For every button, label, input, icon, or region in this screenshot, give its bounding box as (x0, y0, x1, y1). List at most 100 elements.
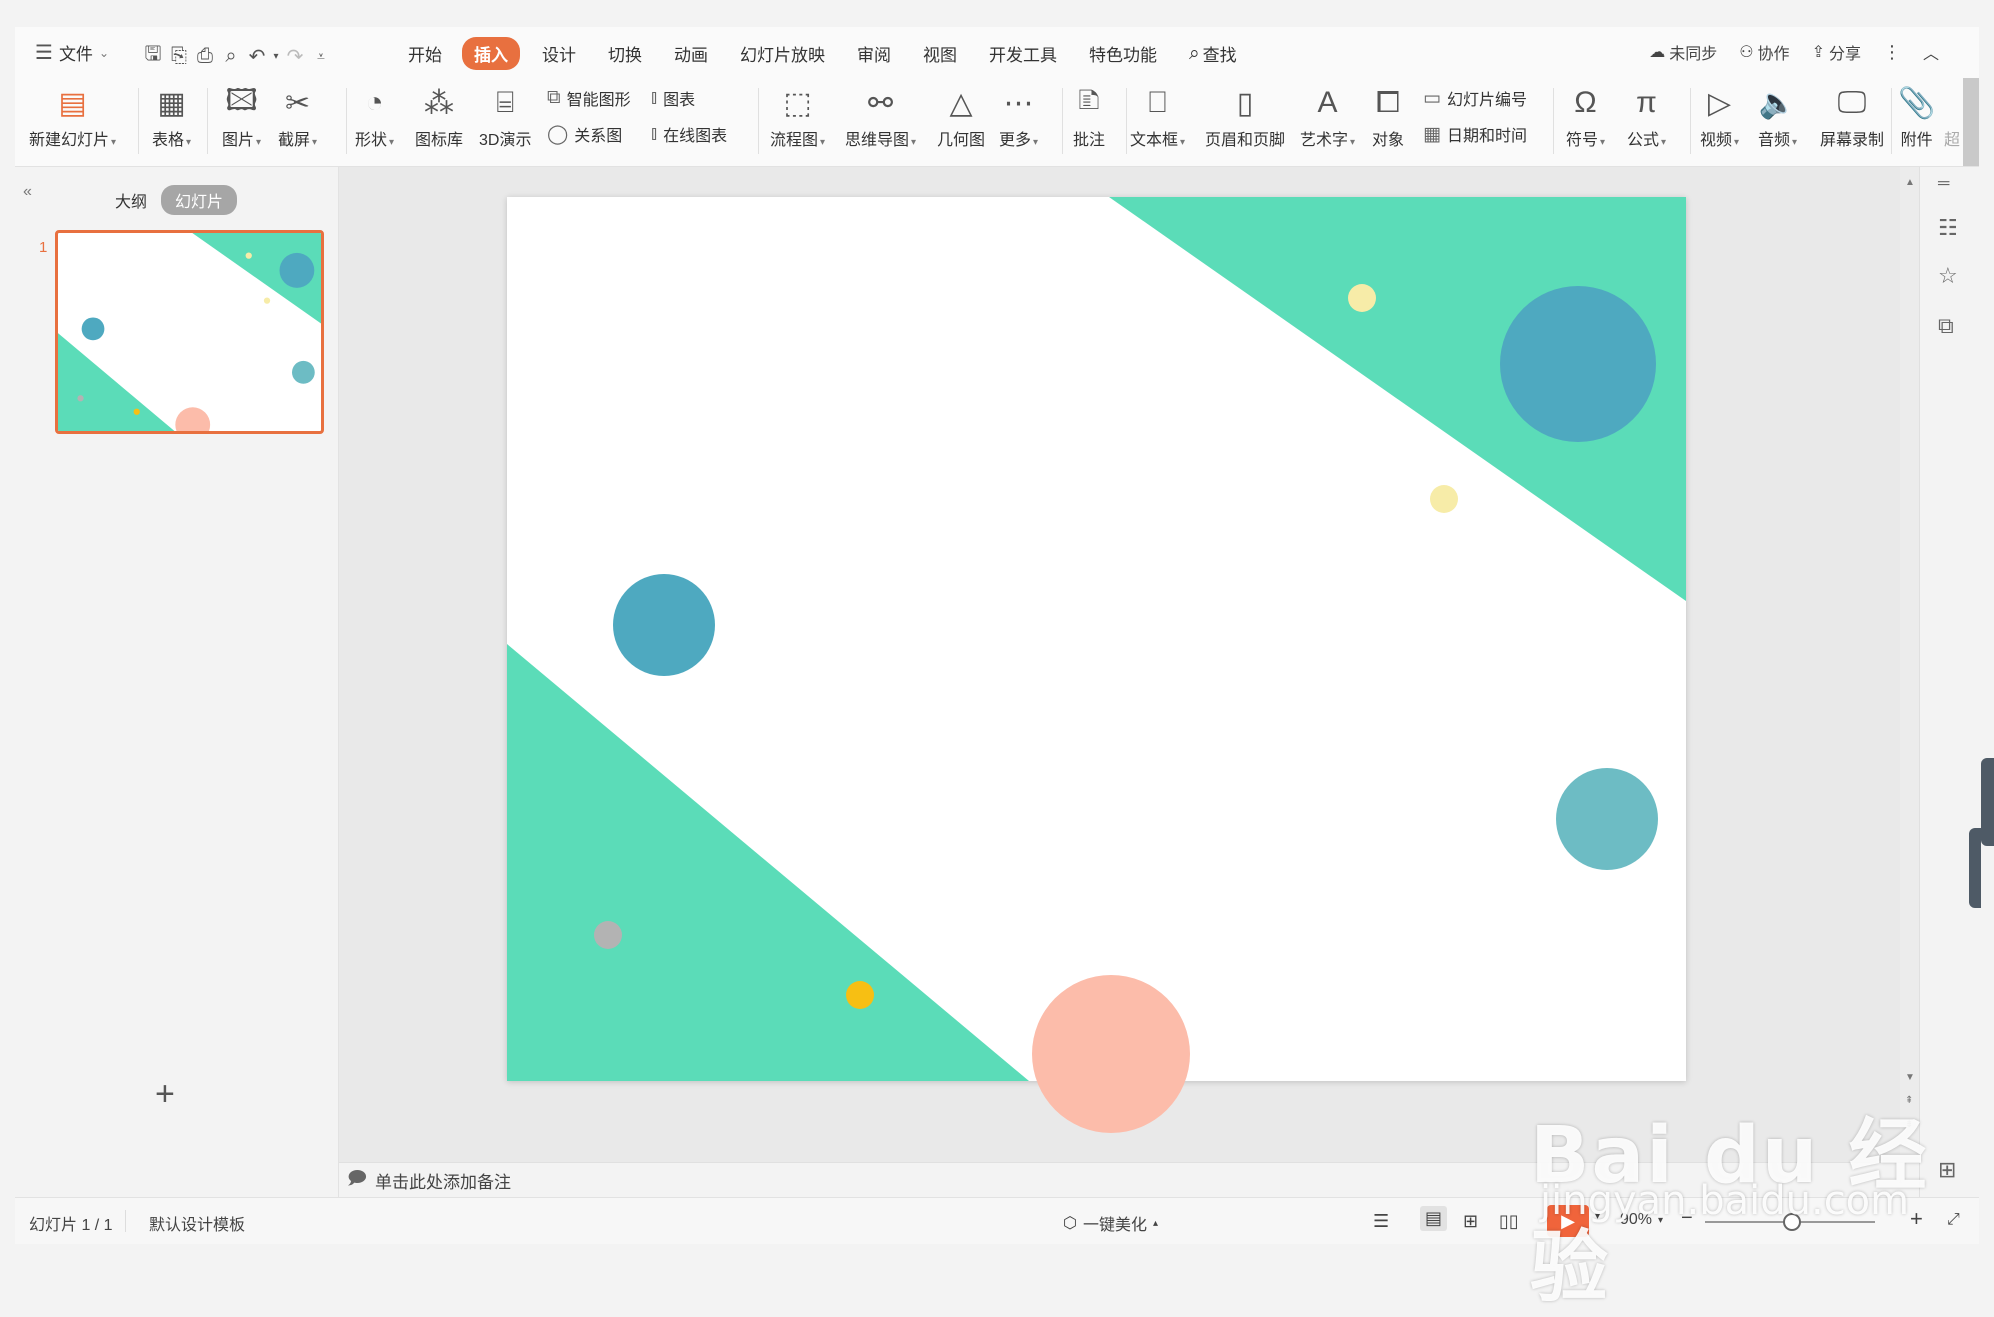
divider (138, 88, 139, 154)
tab-home[interactable]: 开始 (408, 37, 442, 70)
print-preview-icon[interactable]: ⌕ (218, 45, 244, 68)
teal-triangle-bottom[interactable] (507, 644, 1029, 1081)
grid-icon[interactable]: ⊞ (1938, 1157, 1956, 1183)
textbox-button[interactable]: ⎕ 文本框 ▾ (1130, 84, 1185, 150)
mindmap-button[interactable]: ⚯ 思维导图 ▾ (845, 84, 916, 150)
symbol-label: 符号 (1566, 132, 1599, 149)
tab-outline[interactable]: 大纲 (115, 188, 147, 212)
picture-button[interactable]: 🖾 图片 ▾ (222, 84, 261, 150)
tab-review[interactable]: 审阅 (857, 37, 891, 70)
collapse-panel-icon[interactable]: « (23, 183, 32, 201)
blue-circle-large[interactable] (1500, 286, 1656, 442)
tab-slides[interactable]: 幻灯片 (161, 185, 238, 215)
shape-label: 形状 (355, 132, 388, 149)
customize-toolbar-icon[interactable]: ⩡ (308, 48, 334, 65)
divider (1553, 88, 1554, 154)
attachment-button[interactable]: 📎 附件 (1898, 84, 1935, 150)
blue-circle[interactable] (613, 574, 715, 676)
tab-insert[interactable]: 插入 (462, 37, 520, 70)
zoom-level[interactable]: 90% ▾ (1620, 1211, 1663, 1229)
template-name[interactable]: 默认设计模板 (149, 1211, 245, 1235)
shape-button[interactable]: ◔ 形状 ▾ (355, 84, 394, 150)
peach-circle[interactable] (1032, 975, 1190, 1133)
side-tab[interactable] (1969, 828, 1981, 908)
table-button[interactable]: ▦ 表格 ▾ (152, 84, 191, 150)
zoom-slider-handle[interactable] (1783, 1213, 1801, 1231)
save-icon[interactable]: 🖫 (140, 39, 166, 73)
flowchart-button[interactable]: ⬚ 流程图 ▾ (770, 84, 825, 150)
format-painter-icon[interactable]: ⎘ (166, 45, 192, 68)
notes-pane[interactable]: 🗩 单击此处添加备注 (339, 1162, 1919, 1198)
light-blue-circle[interactable] (1556, 768, 1658, 870)
prev-slide-icon[interactable]: ⇞ (1905, 1095, 1913, 1106)
video-button[interactable]: ▷ 视频 ▾ (1700, 84, 1739, 150)
slide-canvas[interactable] (507, 197, 1686, 1081)
properties-icon[interactable]: ☷ (1938, 215, 1958, 241)
collaborate-button[interactable]: ⚇ 协作 (1739, 40, 1789, 64)
slide-thumbnail[interactable] (55, 230, 324, 434)
tab-features[interactable]: 特色功能 (1089, 37, 1157, 70)
normal-view-icon[interactable]: ▤ (1420, 1206, 1448, 1231)
side-tab[interactable] (1981, 758, 1994, 846)
beautify-button[interactable]: ⬡ 一键美化 ▴ (1063, 1211, 1158, 1235)
wordart-button[interactable]: A 艺术字 ▾ (1300, 84, 1355, 150)
hyperlink-button[interactable]: 超 (1944, 84, 1960, 150)
icon-library-button[interactable]: ⁂ 图标库 (415, 84, 463, 150)
more-dots-icon: ⋯ (1003, 86, 1034, 120)
3d-demo-button[interactable]: ⌸ 3D演示 (479, 84, 531, 150)
new-slide-button[interactable]: ▤ 新建幻灯片 ▾ (29, 84, 116, 150)
share-button[interactable]: ⇪ 分享 (1812, 40, 1861, 64)
play-slideshow-button[interactable]: ▶ (1547, 1205, 1589, 1237)
play-dropdown-icon[interactable]: ▾ (1595, 1211, 1600, 1222)
redo-icon[interactable]: ↷ (282, 44, 308, 69)
reading-view-icon[interactable]: ▯▯ (1499, 1211, 1519, 1232)
more-button[interactable]: ⋯ 更多 ▾ (999, 84, 1038, 150)
tab-design[interactable]: 设计 (542, 37, 576, 70)
tab-animation[interactable]: 动画 (674, 37, 708, 70)
symbol-button[interactable]: Ω 符号 ▾ (1566, 84, 1605, 150)
online-chart-button[interactable]: ⫾ 在线图表 (651, 122, 727, 146)
tab-slideshow[interactable]: 幻灯片放映 (740, 37, 825, 70)
notes-toggle-icon[interactable]: ☰ (1373, 1211, 1389, 1232)
transform-icon[interactable]: ⧉ (1938, 313, 1954, 339)
vertical-scrollbar[interactable]: ▲ ▼ ⇞ ⇟ (1900, 167, 1919, 1162)
yellow-dot[interactable] (846, 981, 874, 1009)
ribbon-scroll-button[interactable] (1963, 78, 1979, 166)
print-icon[interactable]: ⎙ (192, 45, 218, 68)
audio-button[interactable]: 🔈 音频 ▾ (1758, 84, 1797, 150)
zoom-out-icon[interactable]: − (1681, 1207, 1693, 1230)
scroll-up-icon[interactable]: ▲ (1905, 177, 1915, 188)
relation-diagram-button[interactable]: ◯ 关系图 (547, 122, 622, 146)
header-footer-button[interactable]: ▯ 页眉和页脚 (1205, 84, 1285, 150)
tab-developer[interactable]: 开发工具 (989, 37, 1057, 70)
scroll-down-icon[interactable]: ▼ (1905, 1072, 1915, 1083)
date-time-button[interactable]: ▦ 日期和时间 (1423, 122, 1527, 146)
zoom-in-icon[interactable]: + (1910, 1206, 1923, 1232)
fit-window-icon[interactable]: ⤢ (1947, 1211, 1960, 1229)
add-slide-button[interactable]: + (155, 1075, 175, 1114)
screen-record-button[interactable]: 🖵 屏幕录制 (1820, 84, 1884, 150)
search-button[interactable]: ⌕ 查找 (1189, 37, 1237, 70)
smart-art-button[interactable]: ⧉ 智能图形 (547, 86, 631, 110)
next-slide-icon[interactable]: ⇟ (1905, 1119, 1913, 1130)
pale-yellow-dot[interactable] (1348, 284, 1376, 312)
pale-yellow-dot[interactable] (1430, 485, 1458, 513)
sync-status-button[interactable]: ☁ 未同步 (1649, 40, 1717, 64)
tab-transition[interactable]: 切换 (608, 37, 642, 70)
formula-button[interactable]: π 公式 ▾ (1627, 84, 1666, 150)
undo-icon[interactable]: ↶ (244, 44, 270, 69)
collapse-ribbon-icon[interactable]: ︿ (1923, 40, 1939, 64)
geometry-button[interactable]: △ 几何图 (937, 84, 985, 150)
slide-number-button[interactable]: ▭ 幻灯片编号 (1423, 86, 1527, 110)
undo-dropdown-icon[interactable]: ▾ (270, 51, 282, 62)
more-vertical-icon[interactable]: ⋮ (1883, 42, 1901, 63)
chart-button[interactable]: ⫾ 图表 (651, 86, 695, 110)
object-button[interactable]: ⧠ 对象 (1372, 84, 1404, 150)
screenshot-button[interactable]: ✂ 截屏 ▾ (278, 84, 317, 150)
star-icon[interactable]: ☆ (1938, 263, 1958, 289)
file-menu[interactable]: ☰ 文件 ⌄ (35, 40, 109, 65)
sorter-view-icon[interactable]: ⊞ (1463, 1211, 1478, 1232)
gray-dot[interactable] (594, 921, 622, 949)
comment-button[interactable]: 🗈 批注 (1073, 84, 1105, 150)
tab-view[interactable]: 视图 (923, 37, 957, 70)
